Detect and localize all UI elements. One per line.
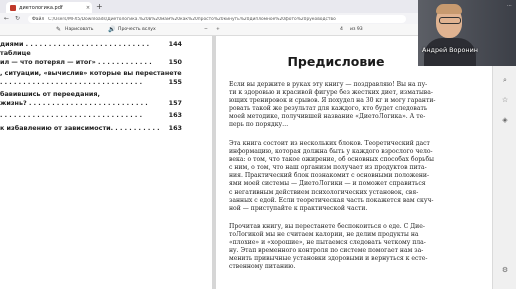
- toc-line: жизнь? . . . . . . . . . . . . . . . . .…: [0, 99, 148, 107]
- search-icon[interactable]: ⌕: [493, 76, 516, 85]
- webcam-person-hair: [436, 4, 462, 14]
- toc-page: 155: [168, 78, 182, 86]
- text-line: менить привычные установки здоровыми и в…: [229, 255, 428, 263]
- text-line: ти к здоровью и красивой фигуре без жест…: [229, 89, 433, 97]
- zoom-out-button[interactable]: −: [204, 26, 208, 33]
- text-line: ями моей системы — ДиетоЛогики — и помож…: [229, 180, 426, 188]
- text-line: информацию, которая должна быть у каждог…: [229, 148, 433, 156]
- toc-line: таблице: [0, 49, 31, 57]
- text-line: ну. Этап временного контроля по системе …: [229, 247, 424, 255]
- text-line: Прочитав книгу, вы перестанете беспокоит…: [229, 223, 425, 230]
- address-label: Файл: [32, 16, 45, 22]
- close-icon[interactable]: ×: [84, 5, 92, 11]
- toc-page: 163: [168, 124, 182, 132]
- text-line: «плохие» и «хорошие», не пытаемся следов…: [229, 239, 426, 247]
- refresh-icon[interactable]: ↻: [15, 14, 20, 23]
- copilot-icon[interactable]: ◈: [493, 116, 516, 124]
- toc-line: ил — что потерял — итог» . . . . . . . .…: [0, 58, 152, 66]
- webcam-overlay: ⋯ Андрей Воронин: [418, 0, 516, 66]
- settings-icon[interactable]: ⚙: [493, 266, 516, 274]
- paragraph: Если вы держите в руках эту книгу — позд…: [229, 81, 459, 130]
- webcam-person-glasses: [439, 17, 461, 24]
- paragraph: Прочитав книгу, вы перестанете беспокоит…: [229, 223, 459, 272]
- text-line: перь по порядку…: [229, 121, 289, 129]
- toc-line: . . . . . . . . . . . . . . . . . . . . …: [0, 78, 143, 86]
- text-line: ющих тренировок и срывов. Я похудел на 3…: [229, 97, 436, 105]
- text-line: века: о том, что такое ожирение, об осно…: [229, 156, 434, 164]
- address-input[interactable]: Файл C:/Users/MI-X5/Downloads/Диетологик…: [28, 15, 406, 23]
- text-line: с негативным действием психологических у…: [229, 188, 419, 196]
- toc-line: к избавлению от зависимости. . . . . . .…: [0, 124, 160, 132]
- toc-line: , ситуации, «вычислив» которые вы перест…: [0, 69, 182, 77]
- pdf-icon: [10, 4, 16, 11]
- text-line: тоЛогикой мы не считаем калории, не дели…: [229, 231, 419, 239]
- bookmark-icon[interactable]: ☆: [493, 96, 516, 104]
- read-aloud-button[interactable]: Прочесть вслух: [118, 26, 156, 33]
- page-total: из 93: [350, 27, 363, 32]
- page-number-input[interactable]: 4: [340, 26, 343, 33]
- toc-line: диями . . . . . . . . . . . . . . . . . …: [0, 40, 150, 48]
- text-line: ния. Практический блок познакомит с осно…: [229, 172, 430, 180]
- text-line: Эта книга состоит из нескольких блоков. …: [229, 140, 430, 147]
- toc-page: 150: [168, 58, 182, 66]
- text-line: моей методике, получившей название «Диет…: [229, 113, 426, 121]
- webcam-person-name: Андрей Воронин: [422, 46, 478, 54]
- back-icon[interactable]: ←: [4, 14, 9, 23]
- toc-page: 157: [168, 99, 182, 107]
- paragraph: Эта книга состоит из нескольких блоков. …: [229, 140, 459, 213]
- read-aloud-icon[interactable]: 🔊: [108, 26, 115, 33]
- text-line: ровать такой же результат для каждого, к…: [229, 105, 428, 113]
- toc-page: 163: [168, 111, 182, 119]
- draw-button[interactable]: Нарисовать: [65, 26, 93, 33]
- text-line: ной — приступайте к практической части.: [229, 204, 368, 212]
- browser-sidebar: ⌕ ☆ ◈ ⚙: [492, 36, 516, 289]
- pdf-page-left: диями . . . . . . . . . . . . . . . . . …: [0, 36, 212, 289]
- toc-line: . . . . . . . . . . . . . . . . . . . . …: [0, 111, 143, 119]
- text-line: с ним, о том, что наш организм получает …: [229, 164, 427, 172]
- zoom-in-button[interactable]: +: [216, 26, 220, 33]
- text-line: Если вы держите в руках эту книгу — позд…: [229, 81, 428, 88]
- pdf-page-right: Предисловие Если вы держите в руках эту …: [216, 36, 492, 289]
- more-icon[interactable]: ⋯: [507, 3, 512, 9]
- toc-page: 144: [168, 40, 182, 48]
- draw-icon[interactable]: ✎: [56, 26, 61, 33]
- toc-line: бавившись от переедания,: [0, 90, 100, 98]
- address-value: C:/Users/MI-X5/Downloads/Диетологика.%20…: [48, 16, 336, 22]
- tab-title: диетологика.pdf: [19, 4, 63, 11]
- tab-pdf[interactable]: диетологика.pdf ×: [6, 2, 92, 13]
- new-tab-button[interactable]: +: [96, 2, 103, 11]
- text-line: занных с едой. Если теоретическая часть …: [229, 196, 434, 204]
- text-line: ственному питанию.: [229, 263, 296, 271]
